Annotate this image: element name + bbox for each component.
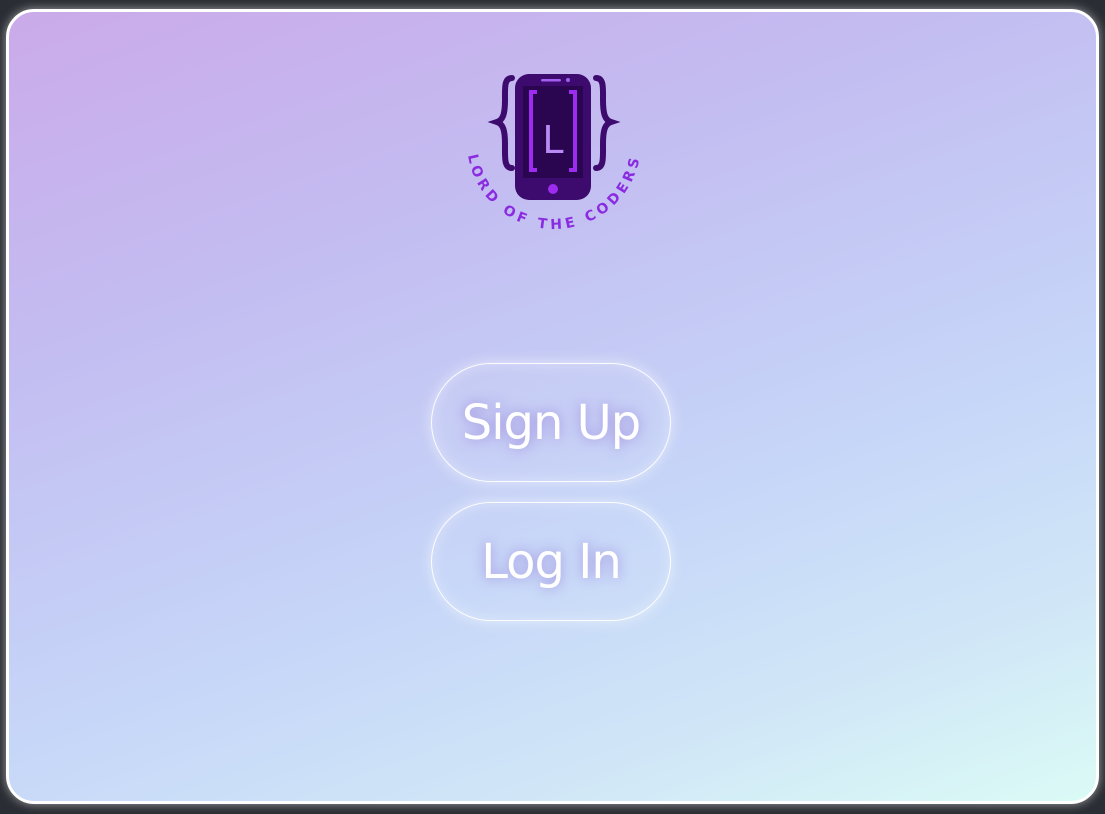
sign-up-button[interactable]: Sign Up xyxy=(431,363,671,482)
log-in-button[interactable]: Log In xyxy=(431,502,671,621)
right-brace-icon xyxy=(593,75,621,171)
lord-of-the-coders-logo: L LORD OF THE CODERS xyxy=(464,74,640,230)
log-in-label: Log In xyxy=(481,533,622,590)
left-brace-icon xyxy=(487,75,515,171)
app-window: L LORD OF THE CODERS Sign Up Log In xyxy=(6,9,1099,804)
logo-letter: L xyxy=(542,118,563,162)
sign-up-label: Sign Up xyxy=(461,394,642,451)
